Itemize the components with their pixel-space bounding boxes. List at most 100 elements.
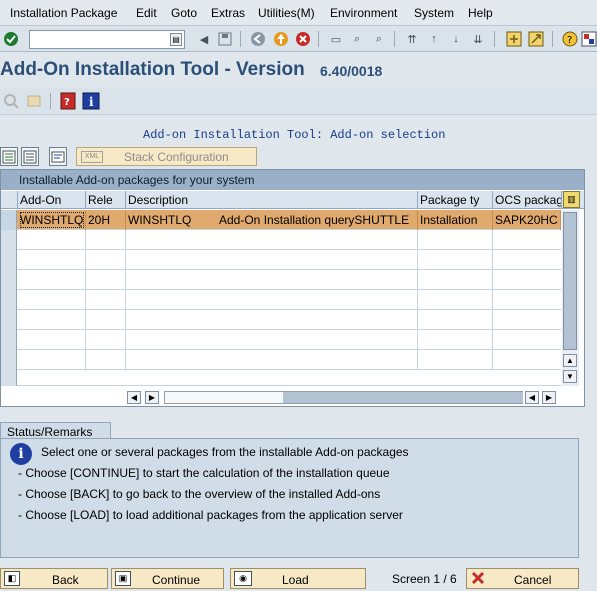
cell-description[interactable]: WINSHTLQ Add-On Installation querySHUTTL… xyxy=(126,210,418,230)
vertical-scrollbar[interactable]: ▲ ▼ xyxy=(562,210,579,386)
stack-configuration-button[interactable]: XML Stack Configuration xyxy=(76,147,257,166)
table-row-empty[interactable] xyxy=(1,350,561,370)
row-selector[interactable] xyxy=(1,230,17,250)
select-all-header[interactable] xyxy=(1,191,18,209)
menu-environment[interactable]: Environment xyxy=(330,6,397,20)
table-row-empty[interactable] xyxy=(1,370,561,386)
cancel-icon[interactable] xyxy=(294,30,312,48)
scroll-left-step-icon[interactable]: ◀ xyxy=(525,391,539,404)
column-header-ocs-package[interactable]: OCS packag xyxy=(493,191,562,209)
empty-cell xyxy=(418,230,493,250)
menu-installation-package[interactable]: Installation Package xyxy=(10,6,117,20)
empty-cell xyxy=(18,230,86,250)
enter-icon[interactable] xyxy=(2,30,20,48)
load-button-label: Load xyxy=(282,573,309,587)
command-history-icon[interactable]: ▤ xyxy=(170,33,182,46)
cell-addon[interactable]: WINSHTLQ xyxy=(18,210,86,230)
help-icon[interactable]: ? xyxy=(561,30,579,48)
footer: ◧ Back ▣ Continue ◉ Load Screen 1 / 6 Ca… xyxy=(0,565,597,591)
scroll-left-icon[interactable]: ◀ xyxy=(127,391,141,404)
table-row-empty[interactable] xyxy=(1,230,561,250)
menu-edit[interactable]: Edit xyxy=(136,6,157,20)
menu-extras[interactable]: Extras xyxy=(211,6,245,20)
empty-cell xyxy=(86,230,126,250)
create-session-icon[interactable] xyxy=(505,30,523,48)
row-selector[interactable] xyxy=(1,350,17,370)
deselect-all-icon[interactable] xyxy=(21,147,39,166)
load-button[interactable]: ◉ Load xyxy=(230,568,366,589)
last-page-icon[interactable]: ⇊ xyxy=(469,30,487,48)
cell-package-type[interactable]: Installation xyxy=(418,210,493,230)
find-next-icon[interactable]: ⌕ xyxy=(370,30,388,48)
cancel-button-label: Cancel xyxy=(514,573,552,587)
svg-text:i: i xyxy=(89,95,94,109)
column-configuration-icon[interactable]: ▥ xyxy=(563,191,580,208)
column-header-description[interactable]: Description xyxy=(126,191,418,209)
scroll-icon[interactable] xyxy=(23,91,44,111)
previous-page-icon[interactable]: ↑ xyxy=(425,30,443,48)
scroll-right-icon[interactable]: ▶ xyxy=(542,391,556,404)
scroll-down-icon[interactable]: ▼ xyxy=(563,370,577,383)
row-selector[interactable] xyxy=(1,290,17,310)
empty-cell xyxy=(126,230,418,250)
toolbar-separator xyxy=(494,31,495,47)
menu-goto[interactable]: Goto xyxy=(171,6,197,20)
back-arrow-icon[interactable]: ◀ xyxy=(195,30,213,48)
column-header-release[interactable]: Rele xyxy=(86,191,126,209)
row-selector[interactable] xyxy=(1,210,17,230)
menu-system[interactable]: System xyxy=(414,6,454,20)
table-row-empty[interactable] xyxy=(1,290,561,310)
back-icon[interactable] xyxy=(249,30,267,48)
customize-layout-icon[interactable] xyxy=(580,30,597,48)
find-icon[interactable]: ⌕ xyxy=(348,30,366,48)
details-icon[interactable] xyxy=(49,147,67,166)
column-header-package-type[interactable]: Package ty xyxy=(418,191,493,209)
print-icon[interactable]: ▭ xyxy=(327,30,345,48)
document-icon[interactable]: ? xyxy=(57,91,78,111)
toolbar-separator xyxy=(50,93,51,109)
table-body: WINSHTLQ 20H WINSHTLQ Add-On Installatio… xyxy=(1,210,561,386)
screen-indicator: Screen 1 / 6 xyxy=(392,572,457,586)
next-page-icon[interactable]: ↓ xyxy=(447,30,465,48)
exit-icon[interactable] xyxy=(272,30,290,48)
scroll-up-icon[interactable]: ▲ xyxy=(563,354,577,367)
row-selector[interactable] xyxy=(1,330,17,350)
empty-cell xyxy=(18,250,86,270)
continue-button[interactable]: ▣ Continue xyxy=(111,568,224,589)
column-header-addon[interactable]: Add-On xyxy=(18,191,86,209)
first-page-icon[interactable]: ⇈ xyxy=(403,30,421,48)
table-row-empty[interactable] xyxy=(1,270,561,290)
select-all-icon[interactable] xyxy=(0,147,18,166)
command-field[interactable]: ▤ xyxy=(29,30,185,49)
search-icon[interactable] xyxy=(0,91,21,111)
table-row-empty[interactable] xyxy=(1,310,561,330)
menu-utilities[interactable]: Utilities(M) xyxy=(258,6,315,20)
empty-cell xyxy=(418,350,493,370)
menu-help[interactable]: Help xyxy=(468,6,493,20)
cancel-button[interactable]: Cancel xyxy=(466,568,579,589)
vertical-scroll-thumb[interactable] xyxy=(563,212,577,350)
version-label: 6.40/0018 xyxy=(320,63,383,79)
horizontal-scroll-thumb[interactable] xyxy=(283,392,523,403)
status-tab[interactable]: Status/Remarks xyxy=(0,422,111,439)
row-selector[interactable] xyxy=(1,270,17,290)
save-icon[interactable] xyxy=(216,30,234,48)
cell-ocs-package[interactable]: SAPK20HC xyxy=(493,210,561,230)
table-row[interactable]: WINSHTLQ 20H WINSHTLQ Add-On Installatio… xyxy=(1,210,561,230)
shortcut-icon[interactable] xyxy=(527,30,545,48)
row-selector[interactable] xyxy=(1,250,17,270)
row-selector[interactable] xyxy=(1,310,17,330)
continue-button-icon: ▣ xyxy=(115,571,131,586)
table-row-empty[interactable] xyxy=(1,330,561,350)
row-selector[interactable] xyxy=(1,370,17,386)
cell-release[interactable]: 20H xyxy=(86,210,126,230)
table-row-empty[interactable] xyxy=(1,250,561,270)
continue-button-label: Continue xyxy=(152,573,201,587)
empty-cell xyxy=(126,250,418,270)
scroll-right-step-icon[interactable]: ▶ xyxy=(145,391,159,404)
empty-cell xyxy=(418,250,493,270)
selection-heading: Add-on Installation Tool: Add-on selecti… xyxy=(143,128,446,142)
info-icon[interactable]: i xyxy=(80,91,101,111)
horizontal-scrollbar[interactable]: ◀ ▶ ◀ ▶ xyxy=(127,390,557,406)
back-button[interactable]: ◧ Back xyxy=(0,568,108,589)
